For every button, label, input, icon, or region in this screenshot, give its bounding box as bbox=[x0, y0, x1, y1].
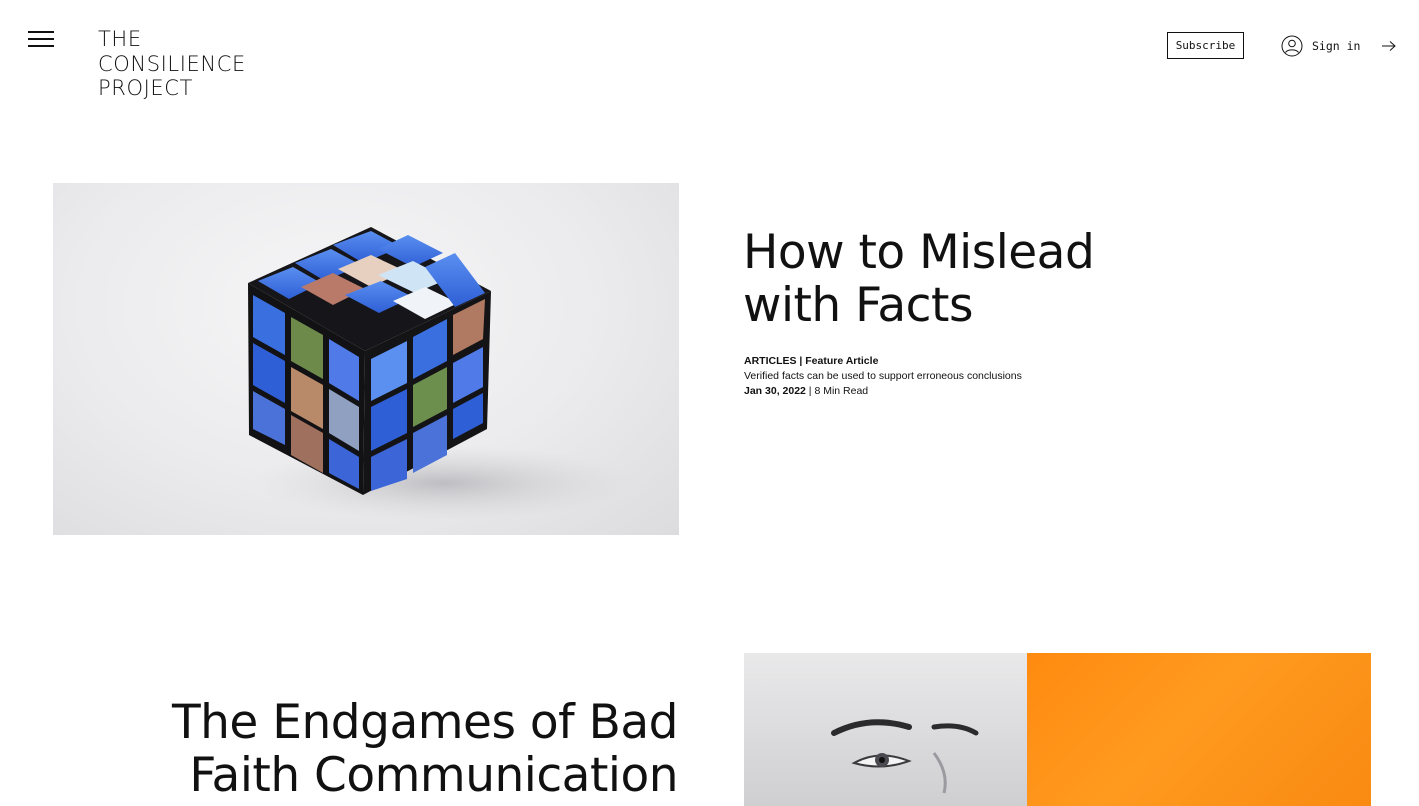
subscribe-button[interactable]: Subscribe bbox=[1167, 32, 1244, 59]
article-category[interactable]: ARTICLES | Feature Article bbox=[744, 354, 1022, 369]
user-icon bbox=[1281, 35, 1303, 57]
title-line: with Facts bbox=[743, 278, 973, 333]
article-meta: ARTICLES | Feature Article Verified fact… bbox=[744, 354, 1022, 399]
article-image-rubiks-cube[interactable] bbox=[53, 183, 679, 535]
logo-line: CONSILIENCE bbox=[98, 51, 246, 76]
logo-line: THE bbox=[98, 27, 142, 51]
menu-line bbox=[28, 38, 54, 40]
orange-background bbox=[1027, 653, 1371, 806]
title-line: The Endgames of Bad bbox=[171, 695, 679, 750]
hamburger-menu-icon[interactable] bbox=[28, 31, 54, 47]
article-date-line: Jan 30, 2022 | 8 Min Read bbox=[744, 384, 1022, 399]
logo-line: PROJECT bbox=[98, 76, 193, 100]
article-title[interactable]: How to Mislead with Facts bbox=[743, 225, 1095, 333]
title-line: Faith Communication bbox=[189, 748, 678, 803]
article-read-time: 8 Min Read bbox=[814, 385, 869, 397]
rubiks-cube-illustration bbox=[248, 227, 633, 521]
portrait-photo bbox=[744, 653, 1027, 806]
sign-in-link[interactable]: Sign in bbox=[1281, 35, 1360, 57]
menu-line bbox=[28, 31, 54, 33]
menu-line bbox=[28, 45, 54, 47]
article-title[interactable]: The Endgames of Bad Faith Communication bbox=[171, 695, 679, 803]
article-image-portrait[interactable] bbox=[744, 653, 1371, 806]
article-date: Jan 30, 2022 bbox=[744, 385, 806, 397]
sign-in-label: Sign in bbox=[1312, 39, 1361, 53]
site-logo[interactable]: THE CONSILIENCE PROJECT bbox=[98, 27, 246, 101]
face-illustration bbox=[831, 719, 979, 794]
arrow-right-icon[interactable] bbox=[1381, 40, 1397, 52]
article-subtitle: Verified facts can be used to support er… bbox=[744, 370, 1022, 382]
title-line: How to Mislead bbox=[743, 225, 1095, 280]
